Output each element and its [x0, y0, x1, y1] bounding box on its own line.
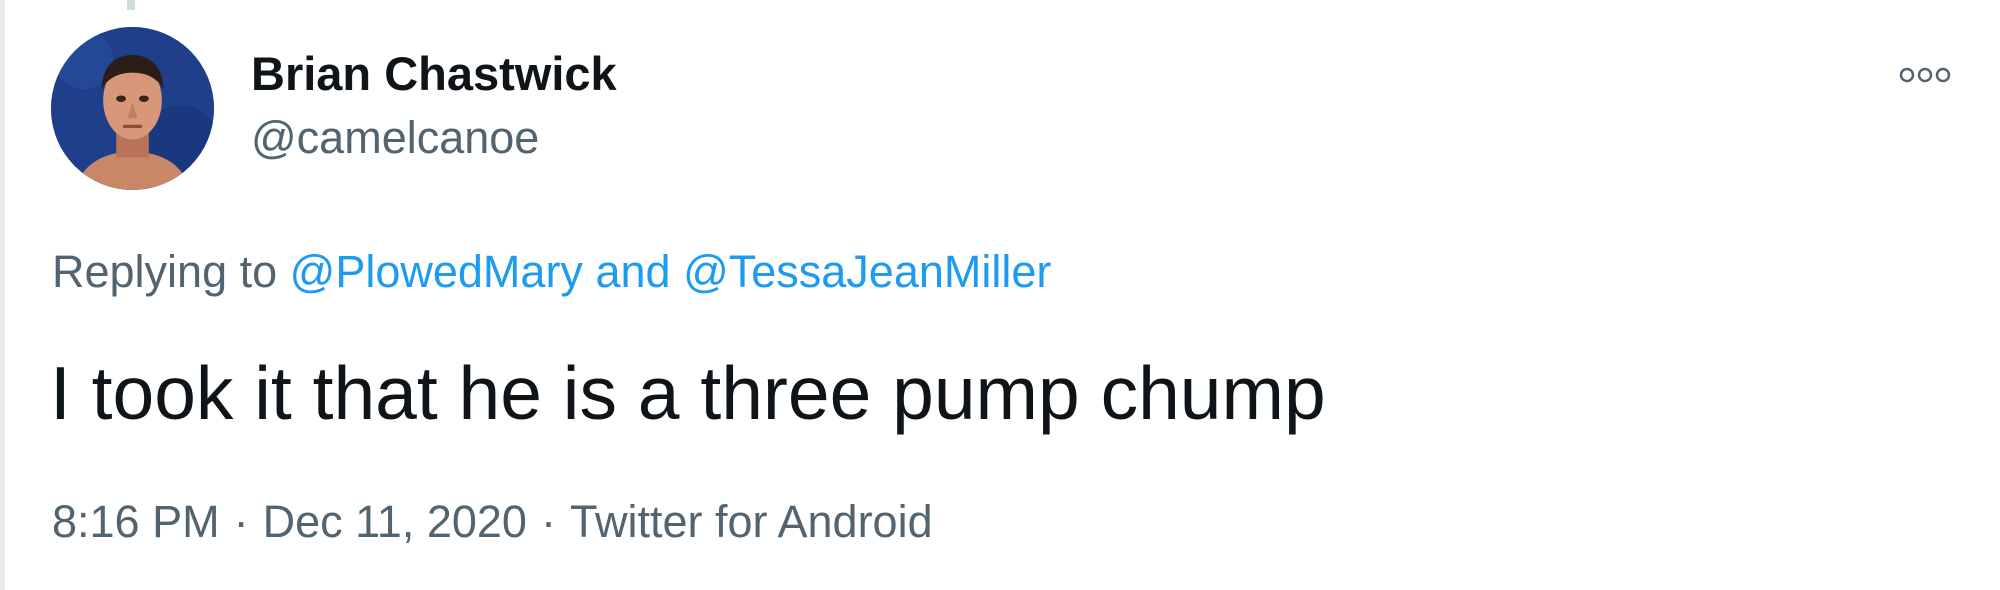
- more-options-button[interactable]: [1893, 55, 1957, 95]
- mention-joiner[interactable]: and: [595, 246, 670, 297]
- tweet-time-link[interactable]: 8:16 PM: [52, 496, 220, 547]
- more-options-icon: [1899, 67, 1951, 83]
- reply-context: Replying to @PlowedMary and @TessaJeanMi…: [52, 244, 1051, 300]
- tweet-body-text: I took it that he is a three pump chump: [50, 351, 1326, 435]
- avatar-portrait-icon: [51, 27, 214, 190]
- author-avatar[interactable]: [51, 27, 214, 190]
- mention-link-tessajeanmiller[interactable]: @TessaJeanMiller: [683, 246, 1051, 297]
- reply-prefix: Replying to: [52, 246, 278, 297]
- tweet-card: Brian Chastwick @camelcanoe Replying to …: [0, 0, 2000, 590]
- author-handle[interactable]: @camelcanoe: [251, 110, 539, 166]
- mention-link-plowedmary[interactable]: @PlowedMary: [290, 246, 583, 297]
- tweet-date-link[interactable]: Dec 11, 2020: [263, 496, 527, 547]
- meta-separator: ·: [540, 496, 556, 547]
- meta-separator: ·: [233, 496, 249, 547]
- author-display-name[interactable]: Brian Chastwick: [251, 46, 617, 102]
- tweet-metadata: 8:16 PM · Dec 11, 2020 · Twitter for Android: [52, 494, 933, 550]
- tweet-source-link[interactable]: Twitter for Android: [570, 496, 933, 547]
